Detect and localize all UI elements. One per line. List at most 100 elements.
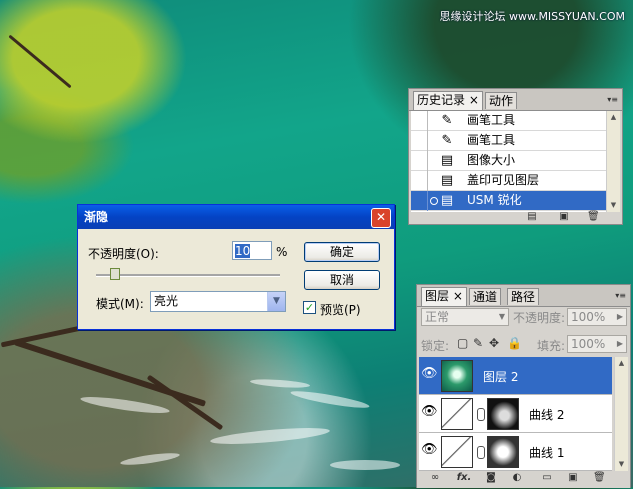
history-item[interactable]: ✎ 画笔工具 bbox=[411, 131, 606, 151]
layer-name[interactable]: 曲线 2 bbox=[529, 406, 564, 423]
close-icon: ✕ bbox=[375, 210, 387, 224]
layer-list: 👁 图层 2 👁 曲线 2 👁 曲线 1 bbox=[419, 357, 612, 471]
fade-dialog: 渐隐 ✕ 不透明度(O): 10 % 模式(M): 亮光 ▼ 确定 取消 ✓ 预… bbox=[77, 204, 395, 330]
layers-panel: 图层 × 通道 路径 ▾≡ 正常 ▼ 不透明度: 100% ▶ 锁定: ▢ ✎ ✥ … bbox=[416, 284, 631, 488]
chevron-down-icon[interactable]: ▼ bbox=[497, 310, 507, 324]
new-layer-icon[interactable]: ▣ bbox=[567, 472, 579, 483]
opacity-unit: % bbox=[276, 245, 288, 259]
lock-pixels-icon[interactable]: ✎ bbox=[473, 336, 483, 350]
layer-name[interactable]: 曲线 1 bbox=[529, 444, 564, 461]
history-snapshot-toggle[interactable] bbox=[411, 151, 428, 171]
history-footer: ▤ ▣ 🗑 bbox=[409, 211, 622, 224]
layer-opacity-label: 不透明度: bbox=[513, 311, 566, 325]
lock-all-icon[interactable]: 🔒 bbox=[507, 336, 522, 350]
trash-icon[interactable]: 🗑 bbox=[587, 211, 600, 222]
history-snapshot-toggle[interactable] bbox=[411, 111, 428, 131]
curves-adjustment-icon bbox=[441, 436, 473, 468]
history-item-selected[interactable]: ▤ USM 锐化 bbox=[411, 191, 606, 211]
chevron-right-icon[interactable]: ▶ bbox=[615, 337, 625, 351]
history-item-label: 图像大小 bbox=[467, 153, 516, 167]
mode-select-value: 亮光 bbox=[154, 294, 179, 308]
history-item[interactable]: ✎ 画笔工具 bbox=[411, 111, 606, 131]
preview-label[interactable]: 预览(P) bbox=[320, 301, 361, 318]
link-layers-icon[interactable]: ∞ bbox=[429, 472, 441, 483]
tab-actions[interactable]: 动作 bbox=[485, 92, 518, 109]
history-state-pointer-icon[interactable] bbox=[430, 197, 438, 205]
close-button[interactable]: ✕ bbox=[371, 208, 391, 228]
history-item-label: 画笔工具 bbox=[467, 133, 516, 147]
tab-history[interactable]: 历史记录 × bbox=[413, 91, 483, 110]
history-snapshot-toggle[interactable] bbox=[411, 131, 428, 151]
opacity-input[interactable]: 10 bbox=[232, 241, 272, 260]
history-item-label: 盖印可见图层 bbox=[467, 173, 540, 187]
history-item-label: USM 锐化 bbox=[467, 193, 522, 207]
eye-icon[interactable]: 👁 bbox=[421, 366, 438, 382]
panel-menu-icon[interactable]: ▾≡ bbox=[615, 291, 626, 300]
adjustment-layer-icon[interactable]: ◐ bbox=[511, 472, 523, 483]
scroll-up-icon[interactable]: ▲ bbox=[615, 357, 628, 370]
link-chain-icon bbox=[477, 446, 485, 459]
history-tabs: 历史记录 × 动作 ▾≡ bbox=[409, 89, 622, 111]
layer-mask-thumbnail[interactable] bbox=[487, 398, 519, 430]
layer-mask-thumbnail[interactable] bbox=[487, 436, 519, 468]
dialog-title: 渐隐 bbox=[84, 210, 109, 224]
lock-transparency-icon[interactable]: ▢ bbox=[457, 336, 468, 350]
lock-label: 锁定: bbox=[421, 339, 450, 353]
layers-footer: ∞ fx. ◙ ◐ ▭ ▣ 🗑 bbox=[417, 472, 630, 489]
cancel-button[interactable]: 取消 bbox=[304, 270, 380, 290]
camera-snapshot-icon[interactable]: ▣ bbox=[558, 211, 570, 222]
fill-label: 填充: bbox=[537, 339, 566, 353]
opacity-slider-thumb[interactable] bbox=[110, 268, 121, 280]
close-tab-icon[interactable]: × bbox=[469, 93, 479, 107]
link-chain-icon bbox=[477, 408, 485, 421]
blend-mode-select[interactable]: 正常 ▼ bbox=[421, 308, 509, 326]
history-list: ✎ 画笔工具 ✎ 画笔工具 ▤ 图像大小 ▤ 盖印可见图层 ▤ USM 锐化 bbox=[411, 111, 606, 212]
add-mask-icon[interactable]: ◙ bbox=[485, 472, 497, 483]
lock-position-icon[interactable]: ✥ bbox=[489, 336, 499, 350]
tab-channels[interactable]: 通道 bbox=[469, 288, 502, 305]
eye-icon[interactable]: 👁 bbox=[421, 442, 438, 458]
trash-icon[interactable]: 🗑 bbox=[593, 472, 606, 483]
ok-button[interactable]: 确定 bbox=[304, 242, 380, 262]
chevron-right-icon[interactable]: ▶ bbox=[615, 310, 625, 324]
history-item[interactable]: ▤ 图像大小 bbox=[411, 151, 606, 171]
history-snapshot-toggle[interactable] bbox=[411, 171, 428, 191]
panel-menu-icon[interactable]: ▾≡ bbox=[607, 95, 618, 104]
chevron-down-icon[interactable]: ▼ bbox=[267, 292, 285, 311]
eye-icon[interactable]: 👁 bbox=[421, 404, 438, 420]
tab-paths[interactable]: 路径 bbox=[507, 288, 540, 305]
mode-select[interactable]: 亮光 ▼ bbox=[150, 291, 286, 312]
watermark-text: 思缘设计论坛 www.MISSYUAN.COM bbox=[439, 10, 625, 23]
close-tab-icon[interactable]: × bbox=[453, 289, 463, 303]
layers-scrollbar[interactable]: ▲ ▼ bbox=[614, 357, 628, 471]
tab-layers[interactable]: 图层 × bbox=[421, 287, 467, 306]
opacity-label: 不透明度(O): bbox=[88, 247, 159, 261]
layer-row-curves-1[interactable]: 👁 曲线 1 bbox=[419, 433, 612, 471]
image-size-icon: ▤ bbox=[440, 153, 454, 168]
fill-field[interactable]: 100% ▶ bbox=[567, 335, 627, 353]
layer-opacity-field[interactable]: 100% ▶ bbox=[567, 308, 627, 326]
layer-row-curves-2[interactable]: 👁 曲线 2 bbox=[419, 395, 612, 433]
brush-icon: ✎ bbox=[441, 133, 453, 148]
stamp-layers-icon: ▤ bbox=[440, 173, 454, 188]
layers-tabs: 图层 × 通道 路径 ▾≡ bbox=[417, 285, 630, 307]
new-group-icon[interactable]: ▭ bbox=[541, 472, 553, 483]
brush-icon: ✎ bbox=[441, 113, 453, 128]
history-item[interactable]: ▤ 盖印可见图层 bbox=[411, 171, 606, 191]
scroll-up-icon[interactable]: ▲ bbox=[607, 111, 620, 124]
opacity-slider-track[interactable] bbox=[96, 274, 280, 277]
history-snapshot-toggle[interactable] bbox=[411, 191, 428, 211]
fx-icon[interactable]: fx. bbox=[455, 472, 473, 483]
mode-label: 模式(M): bbox=[96, 297, 144, 311]
layer-row-layer-2[interactable]: 👁 图层 2 bbox=[419, 357, 612, 395]
dialog-titlebar[interactable]: 渐隐 ✕ bbox=[78, 205, 394, 229]
new-document-from-state-icon[interactable]: ▤ bbox=[526, 211, 538, 222]
curves-adjustment-icon bbox=[441, 398, 473, 430]
layer-name[interactable]: 图层 2 bbox=[483, 368, 518, 385]
preview-checkbox[interactable]: ✓ bbox=[303, 301, 316, 314]
filter-icon: ▤ bbox=[440, 193, 454, 208]
history-item-label: 画笔工具 bbox=[467, 113, 516, 127]
scroll-down-icon[interactable]: ▼ bbox=[615, 458, 628, 471]
history-scrollbar[interactable]: ▲ ▼ bbox=[606, 111, 620, 212]
history-panel: 历史记录 × 动作 ▾≡ ✎ 画笔工具 ✎ 画笔工具 ▤ 图像大小 ▤ 盖印可见… bbox=[408, 88, 623, 225]
